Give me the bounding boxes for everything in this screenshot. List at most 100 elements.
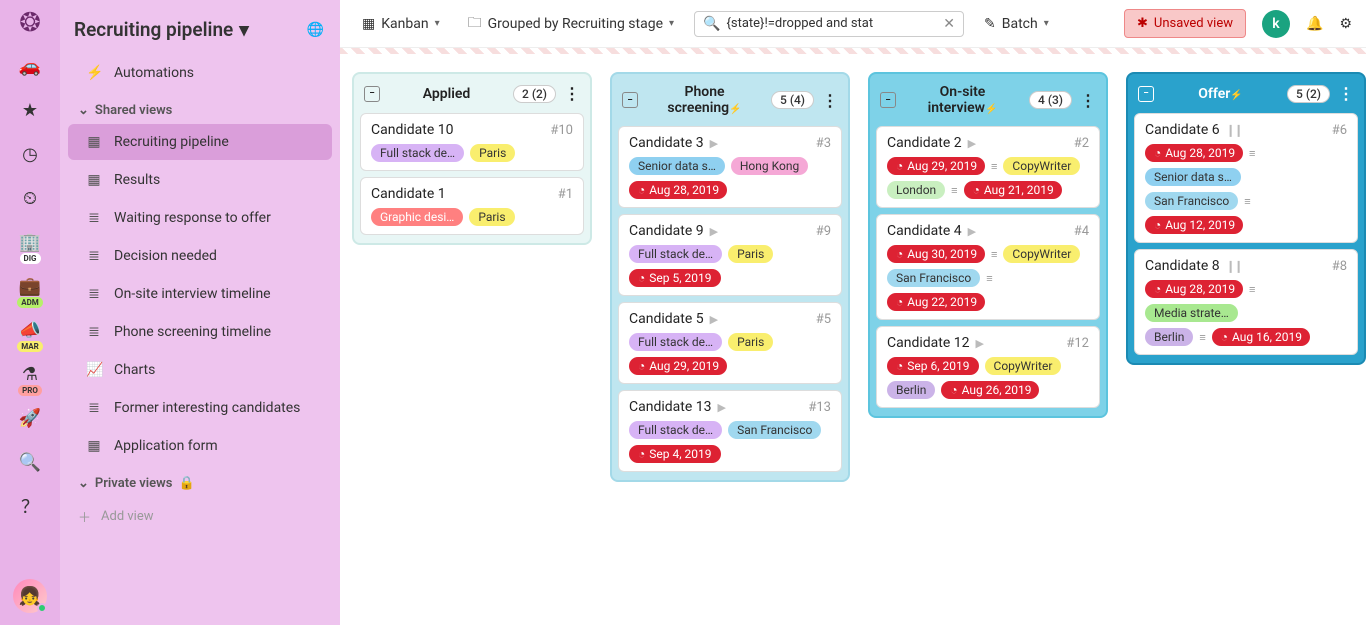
automations-item[interactable]: ⚡ Automations xyxy=(68,55,332,91)
collapse-icon[interactable]: − xyxy=(1138,86,1154,102)
role-tag: CopyWriter xyxy=(1003,157,1080,175)
buildings-icon[interactable]: 🏢DIG xyxy=(14,226,46,258)
sidebar-item-label: Phone screening timeline xyxy=(114,324,271,340)
briefcase-icon[interactable]: 💼ADM xyxy=(14,270,46,302)
sidebar-item[interactable]: ≣ On-site interview timeline xyxy=(68,276,332,312)
sidebar-item[interactable]: ▦Results xyxy=(68,162,332,198)
city-tag: San Francisco xyxy=(887,269,980,287)
role-tag: CopyWriter xyxy=(985,357,1062,375)
sidebar-item[interactable]: ≣Waiting response to offer xyxy=(68,200,332,236)
play-icon: ▶ xyxy=(968,225,976,238)
card-name: Candidate 6 xyxy=(1145,122,1220,138)
unsaved-label: Unsaved view xyxy=(1154,16,1233,31)
collapse-icon[interactable]: − xyxy=(622,92,638,108)
star-icon[interactable]: ★ xyxy=(14,94,46,126)
gauge-icon[interactable]: ⏲ xyxy=(14,182,46,214)
card[interactable]: Candidate 3▶#3 Senior data s…Hong Kong ◔… xyxy=(618,126,842,208)
card-name: Candidate 3 xyxy=(629,135,704,151)
rocket-icon[interactable]: 🚀 xyxy=(14,402,46,434)
card[interactable]: Candidate 6❙❙#6 ◔ Aug 28, 2019≡Senior da… xyxy=(1134,113,1358,243)
group-label: Grouped by Recruiting stage xyxy=(488,16,663,32)
search-box[interactable]: 🔍 ✕ xyxy=(694,11,964,37)
search-input[interactable] xyxy=(726,16,937,31)
board: − Applied 2 (2) ⋮ Candidate 10#10 Full s… xyxy=(340,54,1366,625)
user-badge[interactable]: k xyxy=(1262,10,1290,38)
group-dropdown[interactable]: 🗀 Grouped by Recruiting stage ▾ xyxy=(460,8,682,40)
sidebar-item[interactable]: ≣Former interesting candidates xyxy=(68,390,332,426)
unsaved-view-button[interactable]: ✱ Unsaved view xyxy=(1124,9,1246,38)
topbar: ▦ Kanban ▾ 🗀 Grouped by Recruiting stage… xyxy=(340,0,1366,48)
view-dropdown[interactable]: ▦ Kanban ▾ xyxy=(354,12,448,36)
collapse-icon[interactable]: − xyxy=(880,92,896,108)
help-icon[interactable]: ？ xyxy=(14,490,46,522)
role-tag: Senior data s… xyxy=(1145,168,1241,186)
card-number: #12 xyxy=(1066,336,1089,351)
sidebar-item[interactable]: 📈Charts xyxy=(68,352,332,388)
card[interactable]: Candidate 12▶#12 ◔ Sep 6, 2019CopyWriter… xyxy=(876,326,1100,408)
role-tag: Full stack de… xyxy=(629,421,722,439)
column-menu-icon[interactable]: ⋮ xyxy=(1338,84,1354,103)
card[interactable]: Candidate 10#10 Full stack de… Paris xyxy=(360,113,584,171)
presence-dot xyxy=(37,603,47,613)
city-tag: London xyxy=(887,181,945,199)
column-title: Offer⚡ xyxy=(1162,86,1279,102)
card-number: #8 xyxy=(1332,259,1347,274)
private-views-section[interactable]: ⌄ Private views 🔒 xyxy=(60,466,340,495)
card-name: Candidate 5 xyxy=(629,311,704,327)
card[interactable]: Candidate 4▶#4 ◔ Aug 30, 2019≡CopyWriter… xyxy=(876,214,1100,320)
sidebar-item[interactable]: ▦Application form xyxy=(68,428,332,464)
card[interactable]: Candidate 5▶#5 Full stack de…Paris ◔ Aug… xyxy=(618,302,842,384)
role-tag: Media strate… xyxy=(1145,304,1238,322)
clock-icon[interactable]: ◷ xyxy=(14,138,46,170)
view-icon: ≣ xyxy=(86,286,102,302)
add-view[interactable]: ＋ Add view xyxy=(60,495,340,538)
search-icon[interactable]: 🔍 xyxy=(14,446,46,478)
card[interactable]: Candidate 13▶#13 Full stack de…San Franc… xyxy=(618,390,842,472)
search-icon: 🔍 xyxy=(703,16,720,32)
gear-icon[interactable]: ⚙ xyxy=(1339,16,1352,32)
chevron-down-icon: ▾ xyxy=(239,18,249,41)
sidebar-item-label: Waiting response to offer xyxy=(114,210,271,226)
sidebar-item[interactable]: ≣Phone screening timeline xyxy=(68,314,332,350)
view-icon: ≣ xyxy=(86,400,102,416)
card[interactable]: Candidate 8❙❙#8 ◔ Aug 28, 2019≡Media str… xyxy=(1134,249,1358,355)
column-header: − On-site interview⚡ 4 (3) ⋮ xyxy=(870,74,1106,126)
column-menu-icon[interactable]: ⋮ xyxy=(822,91,838,110)
clear-icon[interactable]: ✕ xyxy=(943,16,955,32)
date-tag: ◔ Aug 26, 2019 xyxy=(941,381,1039,399)
private-views-label: Private views xyxy=(95,476,173,491)
bolt-icon: ⚡ xyxy=(1230,90,1242,101)
sidebar-item[interactable]: ▦Recruiting pipeline xyxy=(68,124,332,160)
card-number: #9 xyxy=(816,224,831,239)
shared-views-section[interactable]: ⌄ Shared views xyxy=(60,93,340,122)
batch-dropdown[interactable]: ✎ Batch ▾ xyxy=(976,12,1057,36)
collapse-icon[interactable]: − xyxy=(364,86,380,102)
city-tag: San Francisco xyxy=(1145,192,1238,210)
card[interactable]: Candidate 2▶#2 ◔ Aug 29, 2019≡CopyWriter… xyxy=(876,126,1100,208)
column-header: − Offer⚡ 5 (2) ⋮ xyxy=(1128,74,1364,113)
megaphone-icon[interactable]: 📣MAR xyxy=(14,314,46,346)
chevron-down-icon: ▾ xyxy=(1044,18,1049,29)
date-tag: ◔ Aug 30, 2019 xyxy=(887,245,985,263)
chevron-down-icon: ▾ xyxy=(669,18,674,29)
card[interactable]: Candidate 9▶#9 Full stack de…Paris ◔ Sep… xyxy=(618,214,842,296)
globe-icon[interactable]: 🌐 xyxy=(307,22,324,38)
card[interactable]: Candidate 1#1 Graphic desi… Paris xyxy=(360,177,584,235)
flask-icon[interactable]: ⚗PRO xyxy=(14,358,46,390)
sidebar-item-label: On-site interview timeline xyxy=(114,286,271,302)
column-title: Phone screening⚡ xyxy=(646,84,763,116)
column-menu-icon[interactable]: ⋮ xyxy=(564,84,580,103)
car-icon[interactable]: 🚗 xyxy=(14,50,46,82)
column-header: − Phone screening⚡ 5 (4) ⋮ xyxy=(612,74,848,126)
sidebar-item[interactable]: ≣Decision needed xyxy=(68,238,332,274)
date-tag: ◔ Aug 28, 2019 xyxy=(1145,144,1243,162)
app-logo-icon[interactable]: ❂ xyxy=(19,8,41,38)
batch-label: Batch xyxy=(1002,16,1038,32)
bell-icon[interactable]: 🔔 xyxy=(1306,16,1323,32)
view-icon: ▦ xyxy=(86,134,102,150)
user-avatar[interactable]: 👧 xyxy=(13,579,47,613)
column-menu-icon[interactable]: ⋮ xyxy=(1080,91,1096,110)
list-icon: ≡ xyxy=(986,272,992,285)
date-tag: ◔ Aug 29, 2019 xyxy=(887,157,985,175)
sidebar-title[interactable]: Recruiting pipeline ▾ 🌐 xyxy=(60,0,340,53)
